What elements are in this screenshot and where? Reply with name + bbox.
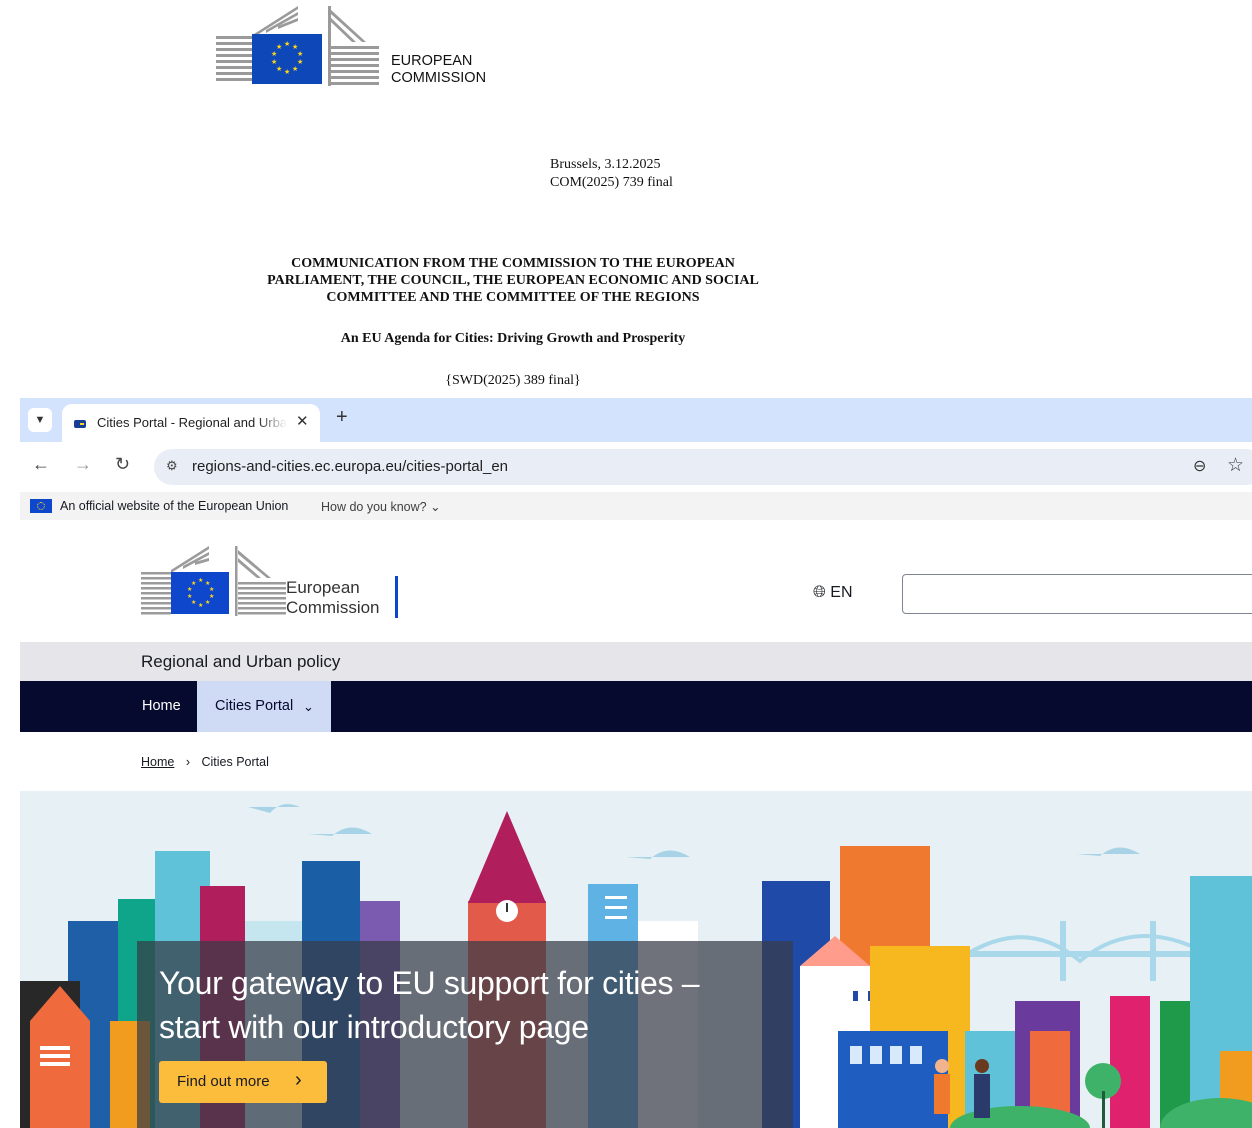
browser-toolbar: ← → ↻ ⚙ regions-and-cities.ec.europa.eu/… <box>20 442 1252 492</box>
svg-text:★: ★ <box>284 40 290 48</box>
site-search-input[interactable] <box>902 574 1252 614</box>
pdf-document-header: ★ ★ ★ ★ ★ ★ ★ ★ ★ ★ EUROPEAN COMMISSION Brussel… <box>0 0 1252 398</box>
doc-swd-reference: {SWD(2025) 389 final} <box>445 373 581 388</box>
browser-tab[interactable]: Cities Portal - Regional and Urban polic… <box>62 404 320 442</box>
european-commission-logo: ★ ★★★ ★★★★ ★★ <box>216 6 379 86</box>
doc-logo-wordmark: EUROPEAN COMMISSION <box>391 53 486 87</box>
site-header: ★ ★ ★ ★ ★ ★ ★ ★ ★ ★ European Commission 🌐︎ EN <box>20 520 1252 642</box>
official-banner-text: An official website of the European Unio… <box>60 499 289 513</box>
address-bar[interactable]: ⚙ regions-and-cities.ec.europa.eu/cities… <box>154 449 1252 485</box>
hero-card: Your gateway to EU support for cities – … <box>137 941 793 1128</box>
language-selector[interactable]: 🌐︎ EN <box>813 584 853 602</box>
svg-text:★: ★ <box>276 43 282 51</box>
svg-text:★: ★ <box>284 68 290 76</box>
find-out-more-button[interactable]: Find out more › <box>159 1061 327 1103</box>
bookmark-star-icon[interactable]: ☆ <box>1227 454 1244 477</box>
doc-meta: Brussels, 3.12.2025 COM(2025) 739 final <box>550 156 673 192</box>
forward-arrow-icon[interactable]: → <box>74 454 92 475</box>
chevron-right-icon: › <box>185 755 190 769</box>
svg-text:★: ★ <box>191 599 196 606</box>
zoom-out-icon[interactable]: ⊖ <box>1193 456 1206 476</box>
svg-text:★: ★ <box>209 586 214 593</box>
breadcrumb-current: Cities Portal <box>201 755 269 769</box>
svg-text:★: ★ <box>297 50 303 58</box>
site-info-icon[interactable]: ⚙ <box>166 458 178 474</box>
doc-title: COMMUNICATION FROM THE COMMISSION TO THE… <box>220 255 806 306</box>
how-know-label: How do you know? <box>321 500 427 514</box>
svg-text:★: ★ <box>187 586 192 593</box>
hero-banner: Your gateway to EU support for cities – … <box>20 791 1252 1128</box>
svg-text:★: ★ <box>292 65 298 73</box>
how-do-you-know-toggle[interactable]: How do you know? ⌄ <box>321 499 441 514</box>
globe-icon: 🌐︎ <box>813 584 826 601</box>
site-name-bar: Regional and Urban policy <box>20 642 1252 682</box>
nav-item-cities-portal[interactable]: Cities Portal ⌄ <box>197 681 331 732</box>
ec-logo-line2: Commission <box>286 598 380 617</box>
chevron-right-icon: › <box>295 1069 302 1091</box>
chevron-down-icon: ▼ <box>34 414 46 426</box>
hero-title-line2: start with our introductory page <box>159 1009 589 1045</box>
back-arrow-icon[interactable]: ← <box>32 454 50 475</box>
nav-item-home[interactable]: Home <box>142 698 181 714</box>
ec-logo-wordmark: European Commission <box>286 578 380 618</box>
svg-text:★: ★ <box>271 50 277 58</box>
official-eu-banner: An official website of the European Unio… <box>20 492 1252 520</box>
close-tab-icon[interactable]: ✕ <box>296 412 309 430</box>
breadcrumb: Home › Cities Portal <box>141 755 269 769</box>
nav-cities-label: Cities Portal <box>215 698 294 714</box>
svg-text:★: ★ <box>276 65 282 73</box>
doc-title-line: COMMUNICATION FROM THE COMMISSION TO THE… <box>291 256 735 271</box>
find-out-more-label: Find out more <box>177 1073 270 1090</box>
main-navigation: Home Cities Portal ⌄ <box>20 681 1252 732</box>
doc-place-date: Brussels, 3.12.2025 <box>550 157 661 172</box>
url-text[interactable]: regions-and-cities.ec.europa.eu/cities-p… <box>192 458 508 475</box>
browser-window: ▼ Cities Portal - Regional and Urban pol… <box>20 398 1252 1128</box>
svg-text:★: ★ <box>198 602 203 609</box>
language-code: EN <box>830 584 853 601</box>
logo-divider <box>395 576 398 618</box>
doc-title-line: PARLIAMENT, THE COUNCIL, THE EUROPEAN EC… <box>267 273 759 288</box>
svg-text:★: ★ <box>187 593 192 600</box>
european-commission-logo[interactable]: ★ ★★★ ★★★★ ★★ <box>141 546 291 616</box>
breadcrumb-home-link[interactable]: Home <box>141 755 174 769</box>
doc-subtitle: An EU Agenda for Cities: Driving Growth … <box>340 331 686 346</box>
eu-flag-favicon-icon <box>74 420 86 428</box>
svg-text:★: ★ <box>271 58 277 66</box>
chevron-down-icon: ⌄ <box>430 500 441 514</box>
reload-icon[interactable]: ↻ <box>115 454 130 475</box>
hero-title: Your gateway to EU support for cities – … <box>159 961 779 1049</box>
new-tab-button[interactable]: + <box>336 406 348 429</box>
svg-text:★: ★ <box>205 599 210 606</box>
site-name[interactable]: Regional and Urban policy <box>141 652 340 672</box>
tab-strip: ▼ Cities Portal - Regional and Urban pol… <box>20 398 1252 442</box>
ec-logo-line1: European <box>286 578 360 597</box>
eu-flag-icon <box>30 499 52 513</box>
chevron-down-icon: ⌄ <box>303 699 314 714</box>
svg-text:★: ★ <box>198 577 203 584</box>
svg-text:★: ★ <box>191 580 196 587</box>
doc-reference: COM(2025) 739 final <box>550 175 673 190</box>
hero-title-line1: Your gateway to EU support for cities – <box>159 965 700 1001</box>
doc-logo-line1: EUROPEAN <box>391 53 473 69</box>
tab-search-button[interactable]: ▼ <box>28 408 52 432</box>
doc-logo-line2: COMMISSION <box>391 70 487 86</box>
doc-title-line: COMMITTEE AND THE COMMITTEE OF THE REGIO… <box>326 290 700 305</box>
tab-title: Cities Portal - Regional and Urban polic… <box>97 415 287 430</box>
